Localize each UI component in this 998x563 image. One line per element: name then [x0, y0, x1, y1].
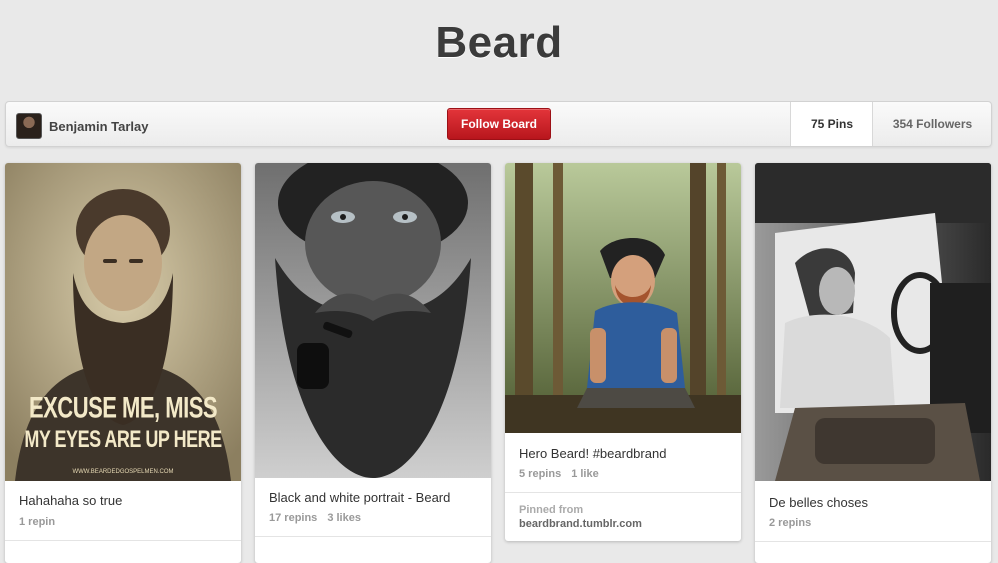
pin-stats: 2 repins [769, 517, 821, 529]
pin-image[interactable] [255, 163, 491, 478]
pin-description: Black and white portrait - Beard [269, 490, 451, 505]
pin-card[interactable]: Hero Beard! #beardbrand 5 repins 1 like P… [505, 163, 741, 541]
pin-image[interactable] [755, 163, 991, 481]
repin-count: 1 repin [19, 516, 56, 528]
divider [5, 540, 241, 541]
pin-description: Hero Beard! #beardbrand [519, 446, 667, 461]
board-header-bar: Benjamin Tarlay Follow Board 75 Pins 354… [5, 101, 992, 147]
pin-description: Hahahaha so true [19, 493, 123, 508]
pin-image[interactable] [505, 163, 741, 433]
repin-count: 5 repins [519, 468, 562, 480]
pin-card[interactable]: De belles choses 2 repins [755, 163, 991, 563]
image-credit: WWW.BEARDEDGOSPELMEN.COM [72, 469, 174, 475]
pin-card[interactable]: Black and white portrait - Beard 17 repi… [255, 163, 491, 563]
pinned-from-label: Pinned from [519, 504, 584, 516]
followers-count-tab[interactable]: 354 Followers [872, 102, 992, 146]
pin-image[interactable]: EXCUSE ME, MISS MY EYES ARE UP HERE WWW.… [5, 163, 241, 481]
pin-stats: 5 repins 1 like [519, 468, 609, 480]
like-count: 1 like [571, 468, 599, 480]
divider [505, 492, 741, 493]
pins-count-tab[interactable]: 75 Pins [790, 102, 873, 146]
follow-board-button[interactable]: Follow Board [447, 108, 551, 140]
divider [255, 536, 491, 537]
source-domain-link[interactable]: beardbrand.tumblr.com [519, 518, 642, 530]
divider [755, 541, 991, 542]
repin-count: 17 repins [269, 512, 318, 524]
repin-count: 2 repins [769, 517, 812, 529]
pin-description: De belles choses [769, 495, 868, 510]
pin-card[interactable]: EXCUSE ME, MISS MY EYES ARE UP HERE WWW.… [5, 163, 241, 563]
board-owner-name[interactable]: Benjamin Tarlay [49, 119, 148, 134]
pin-stats: 17 repins 3 likes [269, 512, 371, 524]
image-caption-line1: EXCUSE ME, MISS [28, 390, 218, 425]
like-count: 3 likes [327, 512, 361, 524]
image-caption-line2: MY EYES ARE UP HERE [24, 425, 222, 453]
pin-stats: 1 repin [19, 516, 65, 528]
board-title: Beard [435, 18, 563, 67]
avatar[interactable] [16, 113, 42, 139]
